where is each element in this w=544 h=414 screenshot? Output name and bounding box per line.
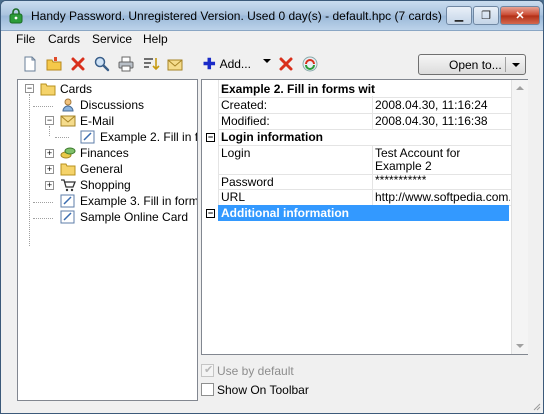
card-icon xyxy=(60,210,75,224)
open-to-label: Open to... xyxy=(449,58,502,72)
envelope-icon xyxy=(60,115,76,127)
tree-item-example-3[interactable]: Example 3. Fill in forms w xyxy=(60,193,198,209)
url-label: URL xyxy=(221,190,246,204)
tree-label-finances: Finances xyxy=(80,146,129,160)
tree-item-sample-online-card[interactable]: Sample Online Card xyxy=(60,209,188,225)
tree-line xyxy=(33,106,53,107)
details-vertical-scrollbar[interactable] xyxy=(511,80,528,354)
scroll-down-icon[interactable] xyxy=(516,344,524,348)
folder-icon xyxy=(40,83,56,96)
open-to-separator xyxy=(505,57,506,72)
cards-tree[interactable]: − Cards Discussions − E-Mail Example 2. … xyxy=(17,79,198,401)
tree-item-general[interactable]: General xyxy=(60,161,123,177)
card-icon xyxy=(60,194,75,208)
expand-shopping-toggle[interactable]: + xyxy=(45,181,54,190)
app-window: Handy Password. Unregistered Version. Us… xyxy=(0,0,544,414)
created-value: 2008.04.30, 11:16:24 xyxy=(375,98,488,112)
find-icon[interactable] xyxy=(93,55,111,73)
close-button[interactable]: ✕ xyxy=(500,6,540,25)
use-by-default-checkbox[interactable]: ✔ xyxy=(201,364,214,377)
check-icon: ✔ xyxy=(204,364,214,376)
menu-service[interactable]: Service xyxy=(92,32,132,46)
show-on-toolbar-checkbox[interactable] xyxy=(201,383,214,396)
tree-line xyxy=(33,202,53,203)
print-icon[interactable] xyxy=(117,55,135,73)
tree-label-sample-online-card: Sample Online Card xyxy=(80,210,189,224)
open-to-chevron-down-icon[interactable] xyxy=(512,63,520,67)
card-title: Example 2. Fill in forms wit xyxy=(221,82,376,96)
url-value[interactable]: http://www.softpedia.com... xyxy=(375,190,510,204)
delete-card-icon[interactable] xyxy=(277,55,295,73)
minimize-button[interactable]: ▁ xyxy=(446,6,472,25)
additional-section-header[interactable]: Additional information xyxy=(221,206,349,220)
tree-item-discussions[interactable]: Discussions xyxy=(60,97,144,113)
collapse-email-toggle[interactable]: − xyxy=(45,116,54,125)
card-details-grid[interactable]: Example 2. Fill in forms wit Created: 20… xyxy=(201,79,528,355)
use-by-default-label: Use by default xyxy=(217,364,294,378)
expand-finances-toggle[interactable]: + xyxy=(45,149,54,158)
coins-icon xyxy=(60,147,76,159)
login-value-line-2[interactable]: Example 2 xyxy=(375,159,432,173)
tree-item-finances[interactable]: Finances xyxy=(60,145,129,161)
plus-icon: ✚ xyxy=(203,56,216,73)
login-section-header: Login information xyxy=(221,130,323,144)
delete-icon[interactable] xyxy=(69,55,87,73)
modified-label: Modified: xyxy=(221,114,270,128)
grid-line xyxy=(372,145,373,205)
created-label: Created: xyxy=(221,98,268,112)
menu-help[interactable]: Help xyxy=(143,32,168,46)
tree-label-discussions: Discussions xyxy=(80,98,145,112)
collapse-additional-section-toggle[interactable]: − xyxy=(206,209,215,218)
person-icon xyxy=(62,98,74,112)
menu-bar: File Cards Service Help xyxy=(1,31,543,49)
maximize-button[interactable]: ❐ xyxy=(473,6,499,25)
window-title: Handy Password. Unregistered Version. Us… xyxy=(31,9,446,23)
tree-line xyxy=(49,126,50,136)
tree-line xyxy=(33,218,53,219)
add-dropdown-chevron-icon[interactable] xyxy=(263,59,271,63)
password-label: Password xyxy=(221,175,274,189)
folder-icon xyxy=(60,163,76,176)
resize-grip-icon[interactable] xyxy=(531,401,541,411)
menu-cards[interactable]: Cards xyxy=(48,32,80,46)
tree-label-shopping: Shopping xyxy=(80,178,131,192)
tree-label-example-3: Example 3. Fill in forms w xyxy=(80,194,198,208)
title-bar[interactable]: Handy Password. Unregistered Version. Us… xyxy=(1,1,543,31)
grid-line xyxy=(218,145,511,146)
tree-label-example-2: Example 2. Fill in forms wit xyxy=(100,130,197,144)
tree-line xyxy=(55,137,69,138)
modified-value: 2008.04.30, 11:16:38 xyxy=(375,114,488,128)
card-icon xyxy=(80,130,95,144)
tree-item-shopping[interactable]: Shopping xyxy=(60,177,131,193)
tree-label-email: E-Mail xyxy=(80,114,115,128)
envelope-icon[interactable] xyxy=(166,55,184,73)
wizard-icon[interactable] xyxy=(301,55,319,73)
add-label: Add... xyxy=(219,57,251,71)
login-label: Login xyxy=(221,146,251,160)
shopping-cart-icon xyxy=(61,179,76,192)
tree-item-email[interactable]: E-Mail xyxy=(60,113,114,129)
expand-general-toggle[interactable]: + xyxy=(45,165,54,174)
open-folder-icon[interactable] xyxy=(45,55,63,73)
tree-label-cards: Cards xyxy=(60,82,93,96)
tree-label-general: General xyxy=(80,162,123,176)
open-to-button[interactable]: Open to... xyxy=(418,54,526,75)
scroll-up-icon[interactable] xyxy=(516,86,524,90)
grid-line xyxy=(218,80,219,220)
add-card-button[interactable]: ✚ Add... xyxy=(203,55,251,73)
new-card-icon[interactable] xyxy=(21,55,39,73)
tree-line xyxy=(29,94,30,246)
lock-app-icon xyxy=(9,8,23,24)
menu-file[interactable]: File xyxy=(16,32,35,46)
show-on-toolbar-label: Show On Toolbar xyxy=(217,383,309,397)
login-value-line-1[interactable]: Test Account for xyxy=(375,146,460,160)
tree-item-cards[interactable]: Cards xyxy=(40,81,92,97)
card-options: ✔ Use by default Show On Toolbar xyxy=(201,357,528,401)
sort-icon[interactable] xyxy=(142,55,160,73)
collapse-login-section-toggle[interactable]: − xyxy=(206,133,215,142)
collapse-cards-toggle[interactable]: − xyxy=(25,84,34,93)
tree-item-example-2[interactable]: Example 2. Fill in forms wit xyxy=(80,129,197,145)
password-value[interactable]: *********** xyxy=(375,173,426,187)
